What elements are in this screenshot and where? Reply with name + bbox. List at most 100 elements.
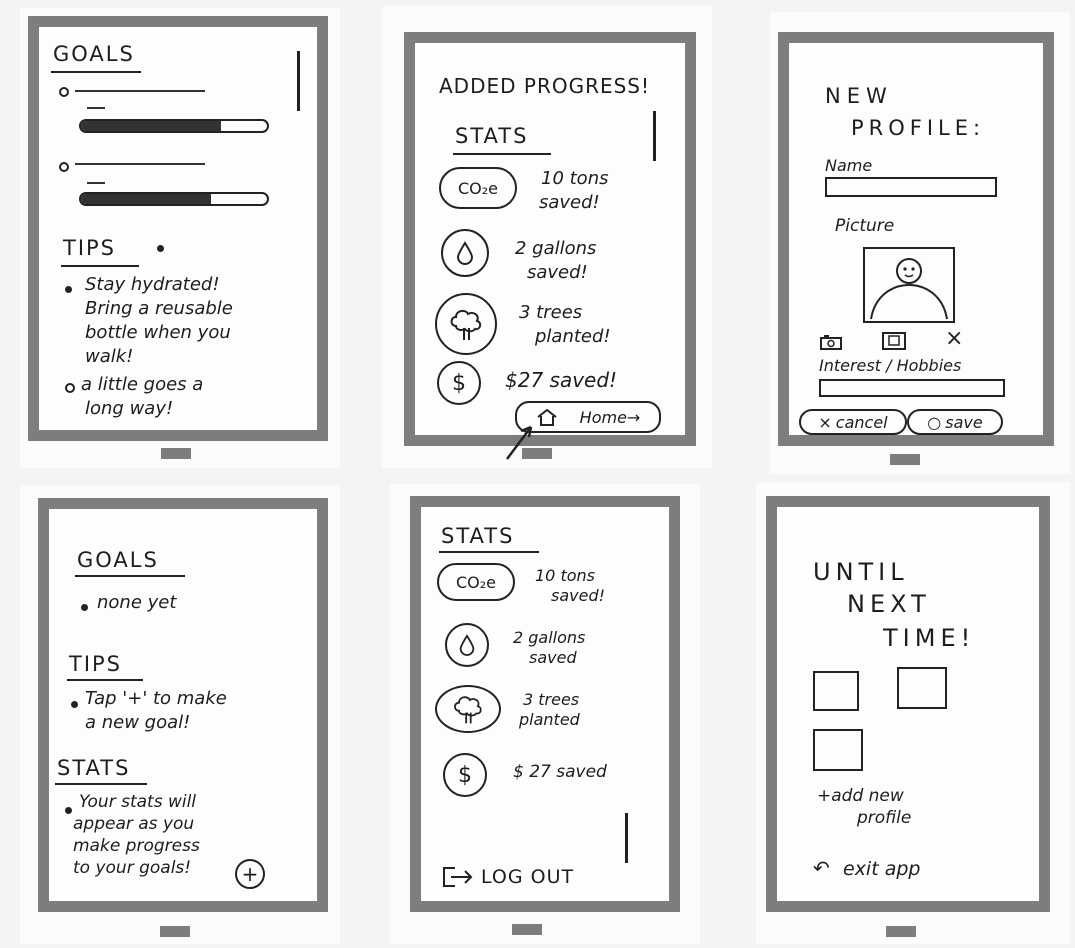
stat-line: $ 27 saved: [513, 762, 607, 782]
stats-placeholder-line: to your goals!: [73, 858, 192, 878]
stat-line: saved!: [551, 586, 606, 605]
profile-slot[interactable]: [813, 729, 863, 771]
tree-glyph: [454, 696, 482, 724]
tip-line: Bring a reusable: [85, 298, 233, 319]
tip-line: long way!: [85, 398, 174, 419]
phone-frame: UNTIL NEXT TIME! +add new profile ↶ exit…: [766, 496, 1050, 912]
goal-progress-bar: [79, 192, 269, 206]
sketch-card-stats-logout: STATS CO₂e 10 tons saved! 2 gallons save…: [390, 484, 700, 944]
sketch-card-empty-goals: GOALS none yet TIPS Tap '+' to make a ne…: [20, 486, 340, 944]
home-hardware-button[interactable]: [890, 454, 920, 465]
close-icon: ×: [818, 412, 832, 432]
camera-icon[interactable]: [819, 333, 843, 351]
phone-frame: GOALS TIPS Stay hydrated! Bring a reusab…: [28, 16, 328, 441]
save-button-label: save: [945, 412, 983, 432]
tips-underline: [61, 265, 139, 267]
name-input[interactable]: [825, 177, 997, 197]
add-profile-line[interactable]: +add new: [817, 787, 904, 806]
stats-heading: STATS: [57, 756, 131, 780]
profile-picture-frame[interactable]: [863, 247, 955, 323]
stat-line: $27 saved!: [505, 368, 618, 392]
goal-subtitle-line: [87, 107, 105, 109]
tip-line: a new goal!: [85, 712, 191, 733]
tree-glyph: [450, 309, 482, 340]
tip-bullet: [65, 286, 72, 293]
tree-icon: [435, 685, 501, 733]
stat-line: planted: [519, 710, 580, 729]
home-hardware-button[interactable]: [522, 448, 552, 459]
stat-line: 2 gallons: [513, 628, 586, 647]
stats-bullet: [65, 807, 72, 814]
goal-progress-bar: [79, 119, 269, 133]
goals-heading: GOALS: [77, 548, 159, 572]
scrollbar[interactable]: [653, 111, 656, 161]
sketch-card-added-progress: ADDED PROGRESS! STATS CO₂e 10 tons saved…: [382, 6, 712, 468]
stat-line: 10 tons: [541, 168, 609, 189]
drop-icon: [441, 229, 489, 277]
home-hardware-button[interactable]: [512, 924, 542, 935]
home-button-label: Home: [579, 407, 627, 427]
goals-empty-text: none yet: [97, 592, 177, 613]
avatar-placeholder-icon: [870, 258, 948, 320]
profile-slot[interactable]: [897, 667, 947, 709]
cancel-button[interactable]: × cancel: [799, 409, 907, 435]
tip-line: a little goes a: [81, 374, 204, 395]
tips-heading: TIPS: [69, 652, 123, 676]
stat-line: saved: [529, 648, 577, 667]
dollar-icon: $: [443, 753, 487, 797]
stats-placeholder-line: make progress: [73, 836, 200, 856]
goals-heading: GOALS: [53, 42, 135, 66]
stats-placeholder-line: appear as you: [73, 814, 195, 834]
remove-picture-icon[interactable]: ×: [945, 326, 963, 351]
scrollbar[interactable]: [297, 51, 300, 111]
save-button[interactable]: ○ save: [907, 409, 1003, 435]
stat-line: 3 trees: [519, 302, 583, 323]
stats-underline: [439, 551, 539, 553]
new-profile-title-2: PROFILE:: [851, 116, 986, 140]
tip-line: walk!: [85, 346, 134, 367]
goals-underline: [51, 71, 141, 73]
phone-frame: STATS CO₂e 10 tons saved! 2 gallons save…: [410, 496, 680, 912]
goal-bullet: [59, 162, 69, 172]
goal-progress-fill: [81, 194, 212, 204]
exit-icon[interactable]: ↶: [813, 857, 830, 879]
profile-slot[interactable]: [813, 671, 859, 711]
dollar-icon: $: [437, 361, 481, 405]
new-profile-title-1: NEW: [825, 84, 893, 108]
goal-bullet: [81, 604, 88, 611]
phone-frame: ADDED PROGRESS! STATS CO₂e 10 tons saved…: [404, 32, 696, 460]
goal-title-line: [75, 90, 205, 92]
tree-icon: [435, 293, 497, 355]
logout-button[interactable]: LOG OUT: [481, 867, 574, 888]
stat-line: saved!: [539, 192, 600, 213]
interests-input[interactable]: [819, 379, 1005, 397]
stat-line: 3 trees: [523, 690, 580, 709]
exit-app-button[interactable]: exit app: [843, 859, 920, 880]
home-hardware-button[interactable]: [160, 926, 190, 937]
farewell-line-3: TIME!: [883, 624, 976, 652]
co2e-icon: CO₂e: [439, 167, 517, 209]
drop-icon: [445, 623, 489, 667]
scrollbar[interactable]: [625, 813, 628, 863]
sketch-card-until-next-time: UNTIL NEXT TIME! +add new profile ↶ exit…: [756, 482, 1070, 944]
farewell-line-2: NEXT: [847, 590, 931, 618]
logout-icon[interactable]: [441, 865, 475, 889]
stat-line: 2 gallons: [515, 238, 597, 259]
tip-line: Stay hydrated!: [85, 274, 220, 295]
added-progress-title: ADDED PROGRESS!: [439, 74, 651, 98]
stats-heading: STATS: [455, 124, 529, 148]
goals-underline: [75, 575, 185, 577]
add-goal-button[interactable]: +: [235, 859, 265, 889]
tips-indicator-dot: [157, 245, 164, 252]
home-hardware-button[interactable]: [886, 926, 916, 937]
add-profile-line[interactable]: profile: [857, 809, 911, 828]
goal-title-line: [75, 163, 205, 165]
farewell-line-1: UNTIL: [813, 558, 909, 586]
stats-underline: [55, 783, 147, 785]
home-hardware-button[interactable]: [161, 448, 191, 459]
stats-underline: [453, 153, 551, 155]
goal-subtitle-line: [87, 182, 105, 184]
stats-heading: STATS: [441, 524, 515, 548]
gallery-icon[interactable]: [881, 331, 907, 351]
sketch-card-new-profile: NEW PROFILE: Name Picture × Interest / H…: [770, 12, 1070, 474]
